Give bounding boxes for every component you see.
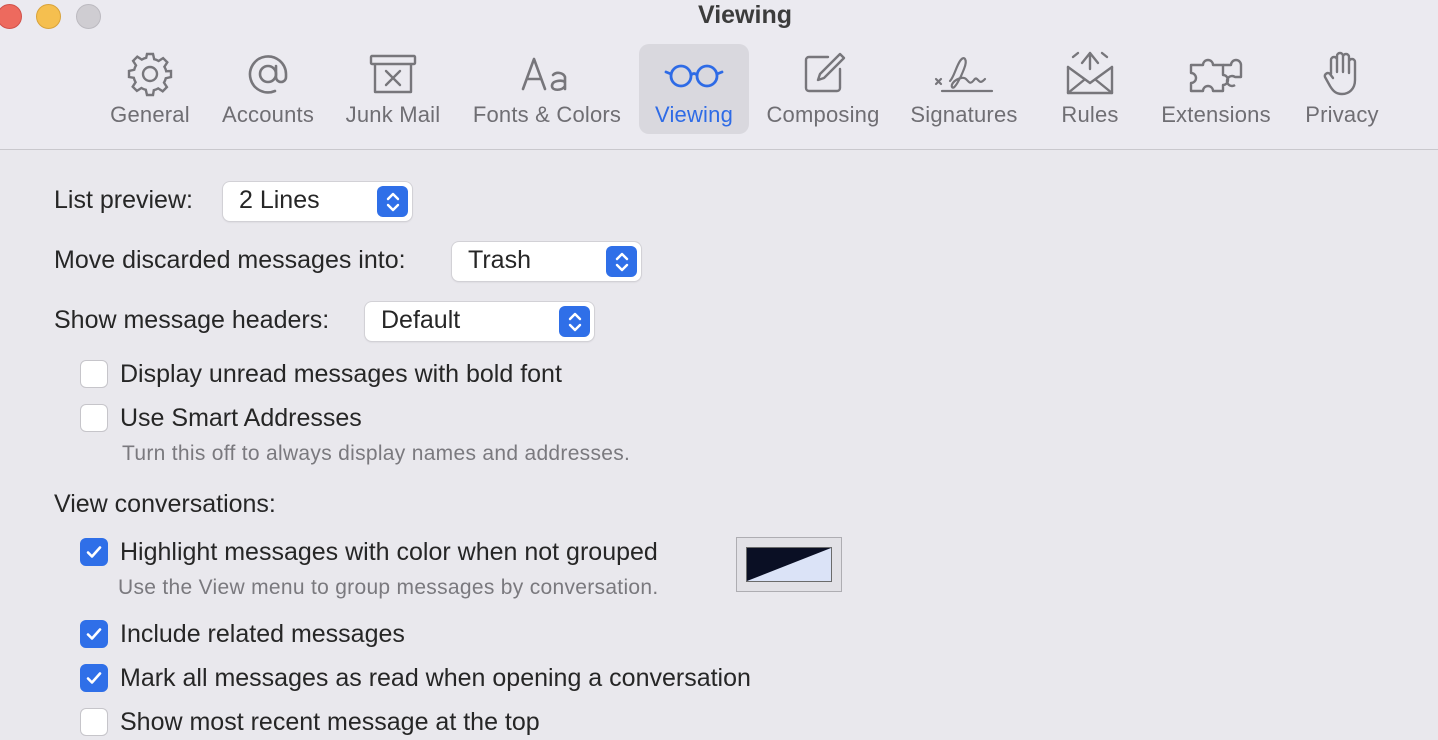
- chevron-up-down-icon: [377, 186, 408, 217]
- related-label: Include related messages: [120, 620, 405, 648]
- tab-extensions[interactable]: Extensions: [1154, 44, 1278, 134]
- list-preview-popup[interactable]: 2 Lines: [223, 182, 412, 221]
- chevron-up-down-icon: [606, 246, 637, 277]
- discarded-popup[interactable]: Trash: [452, 242, 641, 281]
- recent-top-label: Show most recent message at the top: [120, 708, 540, 736]
- window-toolbar: Viewing General Accounts Junk Mail Fonts…: [0, 0, 1438, 150]
- mark-read-checkbox[interactable]: [80, 664, 108, 692]
- highlight-color-swatch: [746, 547, 832, 582]
- highlight-label: Highlight messages with color when not g…: [120, 538, 658, 566]
- checkmark-icon: [86, 546, 102, 558]
- bold-unread-label: Display unread messages with bold font: [120, 360, 562, 388]
- related-checkbox[interactable]: [80, 620, 108, 648]
- discarded-label: Move discarded messages into:: [54, 246, 406, 274]
- hand-icon: [1298, 46, 1386, 102]
- tab-signatures-label: Signatures: [910, 102, 1018, 127]
- bold-unread-checkbox[interactable]: [80, 360, 108, 388]
- glasses-icon: [639, 46, 749, 102]
- tab-signatures[interactable]: Signatures: [902, 44, 1026, 134]
- checkmark-icon: [86, 628, 102, 640]
- smart-addresses-checkbox[interactable]: [80, 404, 108, 432]
- tab-junk-mail[interactable]: Junk Mail: [338, 44, 448, 134]
- tab-general[interactable]: General: [104, 44, 196, 134]
- tab-fonts-colors-label: Fonts & Colors: [472, 102, 622, 127]
- checkmark-icon: [86, 672, 102, 684]
- tab-viewing-label: Viewing: [654, 102, 734, 127]
- tab-privacy-label: Privacy: [1305, 102, 1379, 127]
- headers-popup[interactable]: Default: [365, 302, 594, 341]
- tab-viewing[interactable]: Viewing: [639, 44, 749, 134]
- rules-envelope-icon: [1050, 46, 1130, 102]
- headers-value: Default: [381, 306, 461, 334]
- fonts-icon: [464, 46, 630, 102]
- tab-junk-mail-label: Junk Mail: [345, 102, 441, 127]
- puzzle-piece-icon: [1154, 46, 1278, 102]
- recent-top-checkbox[interactable]: [80, 708, 108, 736]
- tab-accounts-label: Accounts: [221, 102, 315, 127]
- discarded-value: Trash: [468, 246, 531, 274]
- smart-addresses-label: Use Smart Addresses: [120, 404, 362, 432]
- list-preview-label: List preview:: [54, 186, 193, 214]
- tab-rules-label: Rules: [1061, 102, 1119, 127]
- tab-accounts[interactable]: Accounts: [214, 44, 322, 134]
- tab-general-label: General: [110, 102, 190, 127]
- tab-composing-label: Composing: [766, 102, 880, 127]
- at-sign-icon: [214, 46, 322, 102]
- tab-rules[interactable]: Rules: [1050, 44, 1130, 134]
- tab-privacy[interactable]: Privacy: [1298, 44, 1386, 134]
- view-conversations-heading: View conversations:: [54, 490, 276, 518]
- tab-composing[interactable]: Composing: [759, 44, 887, 134]
- chevron-up-down-icon: [559, 306, 590, 337]
- compose-icon: [759, 46, 887, 102]
- junk-mail-icon: [338, 46, 448, 102]
- highlight-checkbox[interactable]: [80, 538, 108, 566]
- tab-fonts-colors[interactable]: Fonts & Colors: [464, 44, 630, 134]
- list-preview-value: 2 Lines: [239, 186, 320, 214]
- headers-label: Show message headers:: [54, 306, 330, 334]
- window-title: Viewing: [697, 1, 792, 29]
- mark-read-label: Mark all messages as read when opening a…: [120, 664, 751, 692]
- signature-icon: [902, 46, 1026, 102]
- smart-addresses-hint: Turn this off to always display names an…: [122, 442, 631, 465]
- highlight-color-well[interactable]: [736, 537, 842, 592]
- gear-icon: [104, 46, 196, 102]
- highlight-hint: Use the View menu to group messages by c…: [118, 576, 659, 599]
- tab-extensions-label: Extensions: [1161, 102, 1271, 127]
